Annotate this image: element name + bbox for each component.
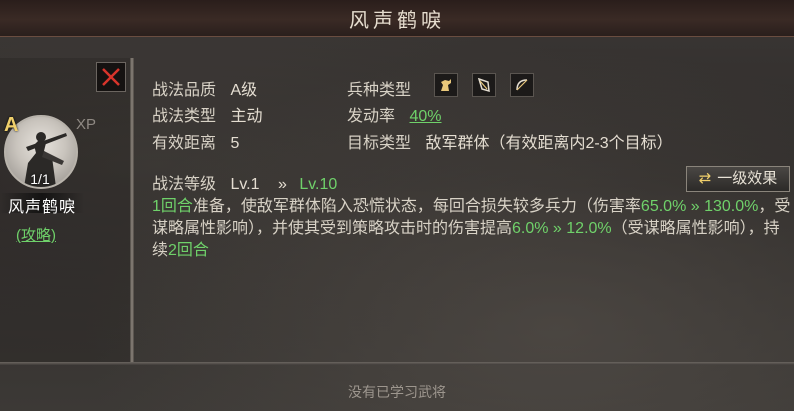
strategy-link[interactable]: (攻略) bbox=[16, 224, 56, 245]
skill-description: 1回合准备，使敌军群体陷入恐慌状态，每回合损失较多兵力（伤害率65.0% » 1… bbox=[152, 196, 792, 262]
skill-grade-badge: A bbox=[4, 114, 19, 136]
level-effect-button[interactable]: ⇄ 一级效果 bbox=[686, 166, 790, 192]
swap-icon: ⇄ bbox=[698, 170, 712, 187]
quality-label: 战法品质 bbox=[152, 82, 217, 99]
desc-duration: 2回合 bbox=[168, 242, 209, 259]
skill-count: 1/1 bbox=[30, 171, 50, 187]
trigger-rate-row: 发动率 40% bbox=[347, 102, 442, 126]
level-to: Lv.10 bbox=[299, 176, 338, 193]
type-label: 战法类型 bbox=[152, 108, 217, 125]
level-arrow-icon: » bbox=[277, 176, 287, 193]
skill-name-label: 风声鹤唳 bbox=[0, 193, 84, 216]
cavalry-icon bbox=[434, 73, 458, 97]
skill-level-row: 战法等级 Lv.1 » Lv.10 bbox=[152, 170, 337, 194]
close-button[interactable] bbox=[96, 62, 126, 92]
xp-label: XP bbox=[76, 116, 97, 133]
type-value: 主动 bbox=[230, 108, 263, 125]
bow-icon bbox=[510, 73, 534, 97]
footer-message: 没有已学习武将 bbox=[348, 384, 446, 400]
desc-increase-rate: 6.0% » 12.0% bbox=[512, 220, 612, 237]
troop-type-label: 兵种类型 bbox=[347, 82, 412, 99]
troop-type-row: 兵种类型 bbox=[347, 76, 411, 100]
quality-value: A级 bbox=[230, 82, 258, 99]
skill-level-label: 战法等级 bbox=[152, 176, 217, 193]
level-effect-label: 一级效果 bbox=[717, 170, 778, 187]
range-label: 有效距离 bbox=[152, 135, 217, 152]
page-title: 风声鹤唳 bbox=[349, 8, 445, 32]
trigger-rate-value: 40% bbox=[409, 108, 442, 125]
range-row: 有效距离 5 bbox=[152, 129, 239, 153]
level-from: Lv.1 bbox=[230, 176, 260, 193]
bottom-divider bbox=[0, 362, 794, 365]
desc-rounds: 1回合 bbox=[152, 198, 193, 215]
quality-row: 战法品质 A级 bbox=[152, 76, 257, 100]
target-type-label: 目标类型 bbox=[347, 135, 412, 152]
target-type-row: 目标类型 敌军群体（有效距离内2-3个目标） bbox=[347, 129, 673, 153]
title-bar: 风声鹤唳 bbox=[0, 0, 794, 37]
range-value: 5 bbox=[230, 135, 240, 152]
vertical-divider bbox=[130, 58, 134, 362]
desc-text-1: 准备，使敌军群体陷入恐慌状态，每回合损失较多兵力（伤害率 bbox=[192, 198, 641, 215]
desc-damage-rate: 65.0% » 130.0% bbox=[640, 198, 759, 215]
shield-icon bbox=[472, 73, 496, 97]
trigger-rate-label: 发动率 bbox=[347, 108, 396, 125]
target-type-value: 敌军群体（有效距离内2-3个目标） bbox=[425, 135, 673, 152]
type-row: 战法类型 主动 bbox=[152, 102, 262, 126]
